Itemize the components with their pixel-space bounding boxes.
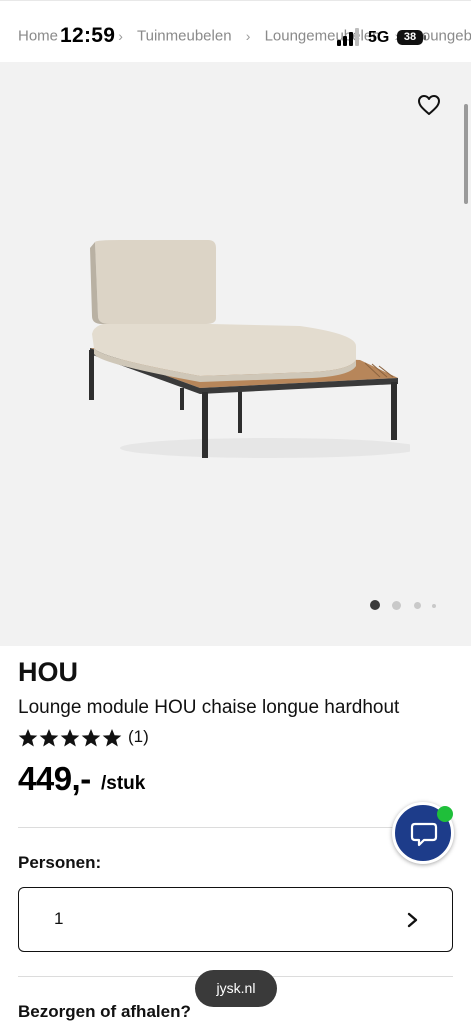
carousel-dot[interactable] [392, 601, 401, 610]
carousel-dot[interactable] [432, 604, 436, 608]
product-gallery[interactable] [0, 62, 471, 646]
persons-select[interactable]: 1 [18, 887, 453, 952]
review-count[interactable]: (1) [128, 727, 149, 747]
heart-icon[interactable] [417, 94, 441, 116]
carousel-dot-active[interactable] [370, 600, 380, 610]
scrollbar[interactable] [464, 104, 468, 204]
divider [18, 827, 453, 828]
price-unit: /stuk [101, 773, 146, 794]
network-type: 5G [368, 29, 390, 46]
persons-label: Personen: [18, 853, 102, 872]
star-icon [81, 729, 101, 747]
chevron-right-icon: › [118, 28, 123, 45]
persons-value: 1 [54, 909, 64, 928]
star-icon [102, 729, 122, 747]
battery-icon: 38 [397, 30, 423, 45]
breadcrumb-home[interactable]: Home [18, 28, 58, 45]
star-icon [39, 729, 59, 747]
chevron-right-icon: › [245, 28, 251, 45]
carousel-dot[interactable] [414, 602, 421, 609]
product-image [89, 240, 410, 458]
product-price: 449,- [18, 760, 91, 797]
product-brand: HOU [18, 657, 78, 687]
status-time: 12:59 [60, 24, 116, 47]
cellular-signal-icon [337, 28, 359, 46]
star-icon [18, 729, 38, 747]
online-indicator [437, 806, 453, 822]
product-name: Lounge module HOU chaise longue hardhout [18, 697, 400, 718]
chat-bubble-icon [410, 822, 438, 847]
star-icon [60, 729, 80, 747]
delivery-heading: Bezorgen of afhalen? [18, 1002, 191, 1021]
browser-url-pill[interactable]: jysk.nl [195, 970, 277, 1007]
chevron-right-icon [407, 912, 418, 928]
battery-tip [424, 35, 426, 40]
breadcrumb-tuinmeubelen[interactable]: Tuinmeubelen [137, 28, 232, 45]
breadcrumb-loungemeubelen[interactable]: Loungemeubelen [265, 28, 381, 45]
